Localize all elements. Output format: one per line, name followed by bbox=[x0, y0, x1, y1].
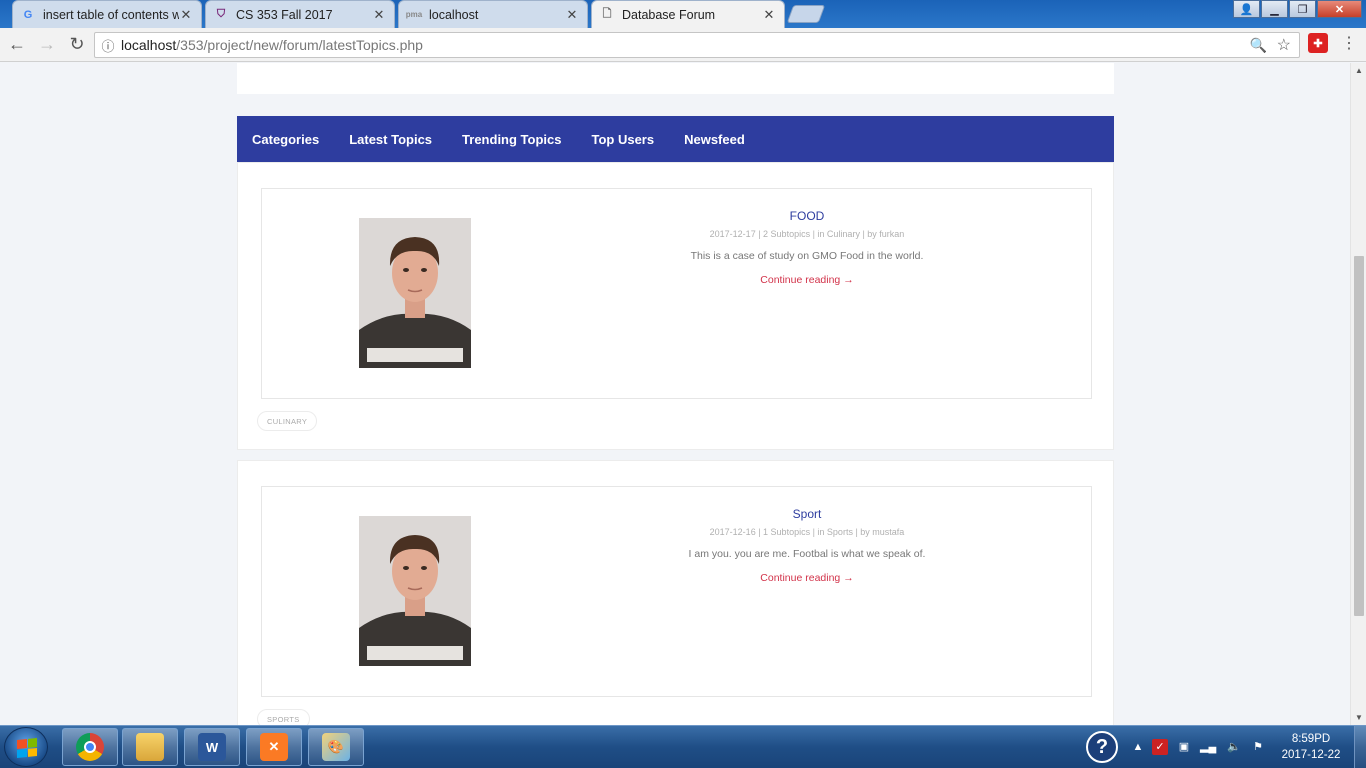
topic-date: 2017-12-16 bbox=[709, 527, 756, 537]
topic-info: Sport 2017-12-16 | 1 Subtopics | in Spor… bbox=[592, 507, 1022, 584]
reload-button[interactable]: ↻ bbox=[64, 32, 90, 58]
window-controls: 👤 ▁ ❐ ✕ bbox=[1232, 0, 1362, 18]
help-icon[interactable]: ? bbox=[1086, 731, 1118, 763]
topic-tag[interactable]: CULINARY bbox=[257, 411, 318, 431]
nav-latest-topics[interactable]: Latest Topics bbox=[349, 132, 432, 147]
topic-category[interactable]: in Sports bbox=[817, 527, 853, 537]
topic-tag[interactable]: SPORTS bbox=[257, 709, 310, 725]
topic-title[interactable]: Sport bbox=[592, 507, 1022, 521]
url-path: /353/project/new/forum/latestTopics.php bbox=[176, 37, 423, 53]
windows-logo-icon bbox=[17, 737, 37, 759]
topic-card-body: FOOD 2017-12-17 | 2 Subtopics | in Culin… bbox=[261, 188, 1092, 399]
close-icon[interactable]: ✕ bbox=[179, 7, 193, 23]
volume-icon[interactable]: 🔈 bbox=[1226, 739, 1242, 755]
tray-expand-icon[interactable]: ▲ bbox=[1130, 739, 1146, 755]
chrome-icon bbox=[76, 733, 104, 761]
taskbar-chrome[interactable] bbox=[62, 728, 118, 766]
taskbar-paint[interactable]: 🎨 bbox=[308, 728, 364, 766]
topic-author[interactable]: by mustafa bbox=[860, 527, 904, 537]
url-host: localhost bbox=[121, 37, 177, 53]
site-header bbox=[237, 63, 1114, 94]
user-icon[interactable]: 👤 bbox=[1233, 0, 1260, 18]
maximize-button[interactable]: ❐ bbox=[1289, 0, 1316, 18]
portrait-image bbox=[359, 218, 471, 368]
topic-subtopics[interactable]: 1 Subtopics bbox=[763, 527, 810, 537]
topic-card-body: Sport 2017-12-16 | 1 Subtopics | in Spor… bbox=[261, 486, 1092, 697]
topic-date: 2017-12-17 bbox=[709, 229, 756, 239]
taskbar-xampp[interactable]: ✕ bbox=[246, 728, 302, 766]
clock-date: 2017-12-22 bbox=[1281, 749, 1341, 761]
topic-title[interactable]: FOOD bbox=[592, 209, 1022, 223]
tab-cs353[interactable]: ⛉ CS 353 Fall 2017 ✕ bbox=[205, 0, 395, 28]
page-viewport: Categories Latest Topics Trending Topics… bbox=[0, 63, 1350, 725]
google-icon: G bbox=[23, 8, 33, 21]
info-icon[interactable]: ⓘ bbox=[95, 36, 121, 55]
topic-info: FOOD 2017-12-17 | 2 Subtopics | in Culin… bbox=[592, 209, 1022, 286]
minimize-button[interactable]: ▁ bbox=[1261, 0, 1288, 18]
page-scrollbar[interactable]: ▲ ▼ bbox=[1350, 63, 1366, 725]
topic-meta: 2017-12-17 | 2 Subtopics | in Culinary |… bbox=[709, 229, 905, 239]
browser-titlebar: G insert table of contents w ✕ ⛉ CS 353 … bbox=[0, 0, 1366, 28]
taskbar-explorer[interactable] bbox=[122, 728, 178, 766]
topic-description: This is a case of study on GMO Food in t… bbox=[690, 250, 924, 262]
word-icon: W bbox=[198, 733, 226, 761]
bookmark-star-icon[interactable]: ☆ bbox=[1277, 35, 1291, 55]
close-icon[interactable]: ✕ bbox=[372, 7, 386, 23]
menu-icon[interactable]: ⋮ bbox=[1340, 33, 1358, 55]
nav-newsfeed[interactable]: Newsfeed bbox=[684, 132, 745, 147]
windows-taskbar: W ✕ 🎨 ? ▲ ✓ ▣ ▂▄ 🔈 ⚑ 8:59PD 2017-12-22 bbox=[0, 725, 1366, 768]
portrait-image bbox=[359, 516, 471, 666]
start-button[interactable] bbox=[4, 727, 48, 767]
phpmyadmin-icon: pma bbox=[405, 10, 423, 19]
taskbar-word[interactable]: W bbox=[184, 728, 240, 766]
author-photo[interactable] bbox=[359, 516, 471, 666]
browser-toolbar: ← → ↻ ⓘ localhost/353/project/new/forum/… bbox=[0, 28, 1366, 62]
topic-category[interactable]: in Culinary bbox=[817, 229, 860, 239]
address-bar[interactable]: ⓘ localhost/353/project/new/forum/latest… bbox=[94, 32, 1300, 58]
scrollbar-thumb[interactable] bbox=[1354, 256, 1364, 616]
nav-trending-topics[interactable]: Trending Topics bbox=[462, 132, 561, 147]
tab-localhost[interactable]: pma localhost ✕ bbox=[398, 0, 588, 28]
continue-reading-link[interactable]: Continue reading → bbox=[592, 572, 1022, 584]
show-desktop-button[interactable] bbox=[1354, 726, 1366, 768]
topic-description: I am you. you are me. Footbal is what we… bbox=[688, 548, 926, 560]
new-tab-button[interactable] bbox=[786, 5, 826, 23]
network-icon[interactable]: ▂▄ bbox=[1200, 739, 1216, 755]
action-center-icon[interactable]: ⚑ bbox=[1250, 739, 1266, 755]
usb-icon[interactable]: ▣ bbox=[1176, 739, 1192, 755]
topic-card: FOOD 2017-12-17 | 2 Subtopics | in Culin… bbox=[237, 162, 1114, 450]
shield-icon: ⛉ bbox=[216, 8, 226, 20]
tab-database-forum[interactable]: 🗋 Database Forum ✕ bbox=[591, 0, 785, 28]
close-icon[interactable]: ✕ bbox=[565, 7, 579, 23]
paint-icon: 🎨 bbox=[322, 733, 350, 761]
forward-button[interactable]: → bbox=[34, 32, 60, 58]
antivirus-icon[interactable]: ✓ bbox=[1152, 739, 1168, 755]
xampp-icon: ✕ bbox=[260, 733, 288, 761]
tab-google[interactable]: G insert table of contents w ✕ bbox=[12, 0, 202, 28]
topic-subtopics[interactable]: 2 Subtopics bbox=[763, 229, 810, 239]
close-window-button[interactable]: ✕ bbox=[1317, 0, 1362, 18]
site-navbar: Categories Latest Topics Trending Topics… bbox=[237, 116, 1114, 162]
scroll-up-arrow-icon[interactable]: ▲ bbox=[1351, 66, 1366, 75]
scroll-down-arrow-icon[interactable]: ▼ bbox=[1351, 713, 1366, 722]
zoom-icon[interactable]: 🔍 bbox=[1250, 37, 1267, 54]
back-button[interactable]: ← bbox=[4, 32, 30, 58]
taskbar-clock[interactable]: 8:59PD 2017-12-22 bbox=[1276, 731, 1346, 763]
nav-categories[interactable]: Categories bbox=[252, 132, 319, 147]
clock-time: 8:59PD bbox=[1291, 733, 1331, 745]
nav-top-users[interactable]: Top Users bbox=[591, 132, 654, 147]
folder-icon bbox=[136, 733, 164, 761]
topic-card: Sport 2017-12-16 | 1 Subtopics | in Spor… bbox=[237, 460, 1114, 725]
page-icon: 🗋 bbox=[602, 8, 612, 20]
extension-icon[interactable]: ✚ bbox=[1308, 33, 1328, 53]
close-icon[interactable]: ✕ bbox=[762, 7, 776, 23]
topic-author[interactable]: by furkan bbox=[867, 229, 904, 239]
continue-reading-link[interactable]: Continue reading → bbox=[592, 274, 1022, 286]
topic-meta: 2017-12-16 | 1 Subtopics | in Sports | b… bbox=[709, 527, 905, 537]
author-photo[interactable] bbox=[359, 218, 471, 368]
